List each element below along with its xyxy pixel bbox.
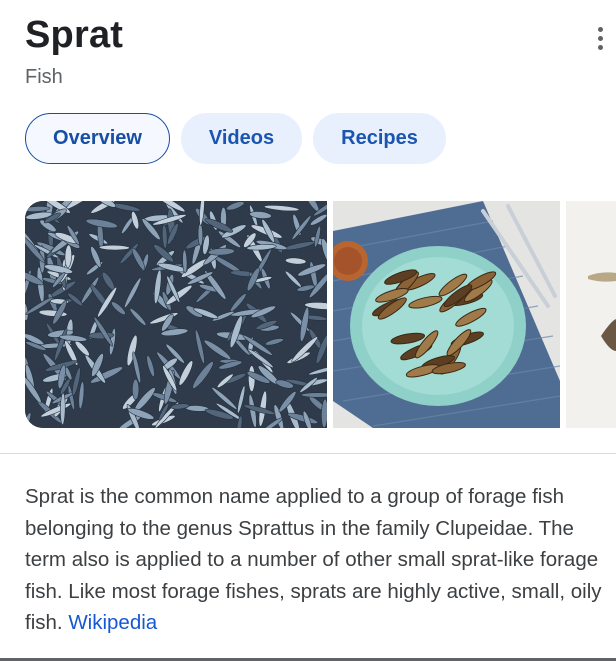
sprat-shape	[301, 392, 327, 398]
tab-recipes[interactable]: Recipes	[313, 113, 446, 164]
sprat-shape	[98, 244, 130, 251]
image-partial-fish[interactable]	[566, 201, 616, 428]
partial-fish-illustration	[566, 201, 616, 428]
more-vert-icon[interactable]	[588, 24, 612, 52]
page-subtitle: Fish	[25, 66, 63, 88]
image-sprat-pile[interactable]	[25, 201, 327, 428]
fried-sprats-illustration	[333, 201, 560, 428]
wikipedia-link[interactable]: Wikipedia	[68, 611, 157, 634]
sprat-shape	[60, 392, 66, 426]
sprat-shape	[197, 222, 204, 247]
tab-videos[interactable]: Videos	[181, 113, 302, 164]
image-fried-sprats[interactable]	[333, 201, 560, 428]
tab-bar: Overview Videos Recipes	[25, 113, 446, 164]
sprat-pile-illustration	[25, 201, 327, 428]
description-paragraph: Sprat is the common name applied to a gr…	[25, 481, 615, 639]
section-divider	[0, 453, 616, 454]
sprat-shape	[132, 378, 140, 400]
page-title: Sprat	[25, 14, 124, 56]
tab-overview[interactable]: Overview	[25, 113, 170, 164]
